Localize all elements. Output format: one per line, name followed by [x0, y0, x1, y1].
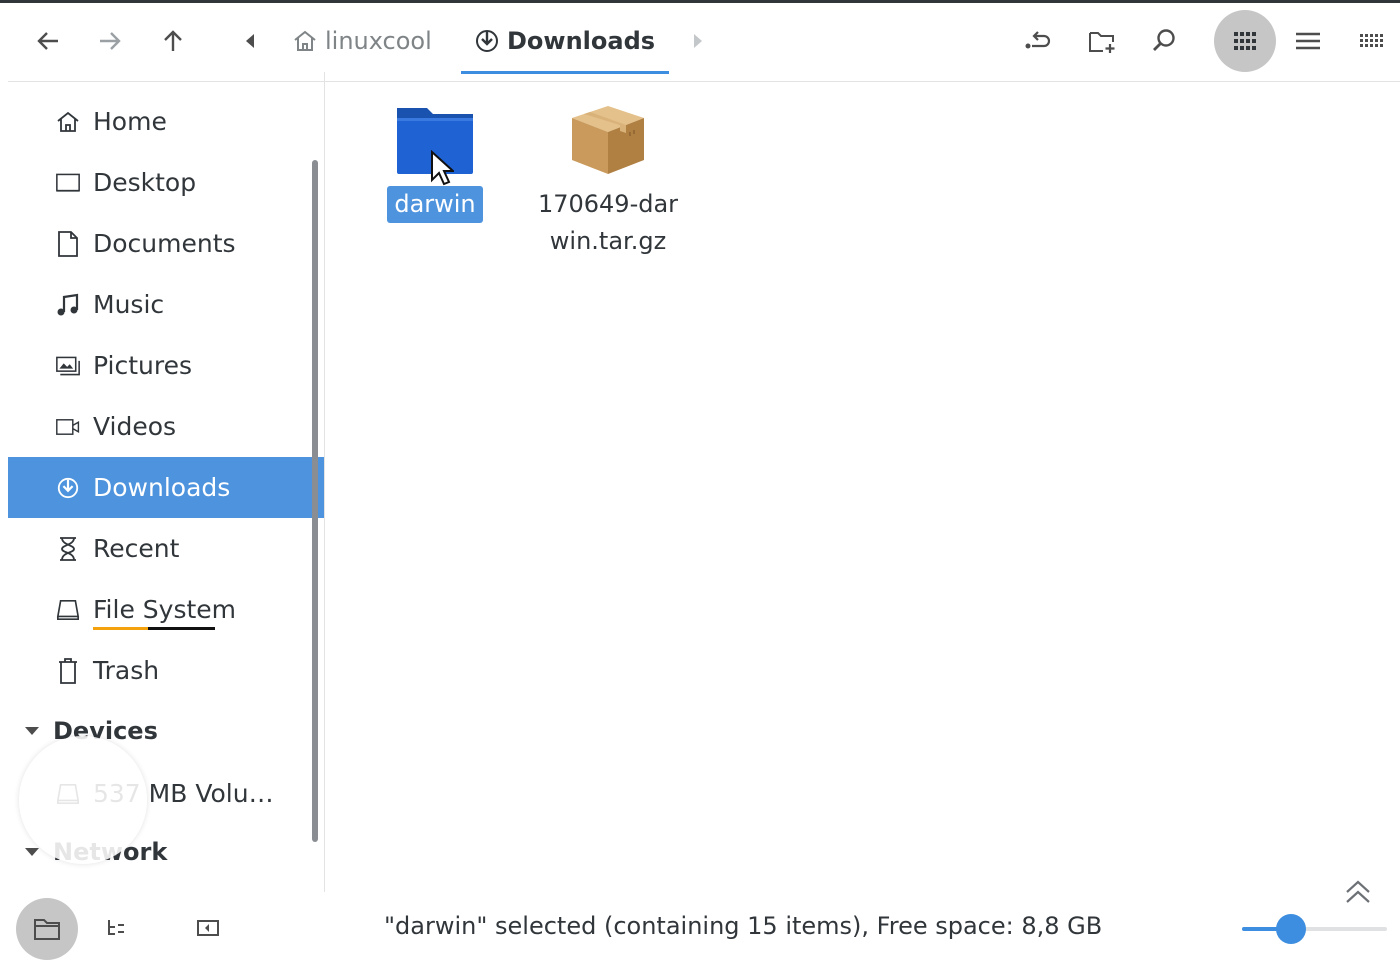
sidebar-item-recent[interactable]: Recent [8, 518, 324, 579]
caret-left-icon [246, 34, 254, 48]
arrow-left-icon [37, 32, 58, 50]
icon-view-button[interactable] [1214, 10, 1276, 72]
hourglass-icon [56, 536, 80, 561]
drive-icon [56, 598, 80, 622]
caret-down-icon [25, 727, 39, 735]
sidebar-item-label: Trash [93, 656, 160, 685]
list-view-icon [1296, 32, 1320, 50]
breadcrumb-home[interactable]: linuxcool [292, 3, 432, 79]
toolbar: linuxcool Downloads [0, 3, 1400, 81]
download-icon [56, 476, 80, 500]
file-view[interactable]: darwin 170649-darwin.tar.gz [325, 82, 1400, 903]
sidebar-item-label: Downloads [93, 473, 231, 502]
redo-arrow-icon [1025, 31, 1051, 49]
breadcrumb-active-indicator [461, 71, 669, 74]
compact-grid-icon [1360, 34, 1383, 47]
forward-button[interactable] [90, 21, 130, 61]
breadcrumb-scroll-left-button[interactable] [236, 26, 264, 56]
caret-right-icon [694, 34, 702, 48]
search-button[interactable] [1144, 21, 1184, 61]
toggle-sidebar-button[interactable] [190, 910, 226, 946]
package-icon [568, 102, 648, 178]
tree-panel-button[interactable] [98, 910, 134, 946]
file-item-archive[interactable]: 170649-darwin.tar.gz [528, 82, 688, 260]
sidebar-item-label: Documents [93, 229, 236, 258]
list-view-button[interactable] [1288, 21, 1328, 61]
file-name: 170649-darwin.tar.gz [537, 190, 679, 255]
arrow-right-icon [100, 32, 121, 50]
trash-icon [56, 657, 80, 684]
up-button[interactable] [153, 21, 193, 61]
sidebar-item-label: Home [93, 107, 167, 136]
download-icon [476, 30, 498, 52]
sidebar-item-pictures[interactable]: Pictures [8, 335, 324, 396]
music-icon [56, 293, 80, 317]
sidebar-item-label: Music [93, 290, 165, 319]
desktop-icon [56, 171, 80, 195]
caret-down-icon [25, 848, 39, 856]
sidebar-item-label: Videos [93, 412, 177, 441]
sidebar-item-documents[interactable]: Documents [8, 213, 324, 274]
touch-indicator [19, 736, 147, 864]
file-name: darwin [387, 186, 483, 223]
sidebar-item-music[interactable]: Music [8, 274, 324, 335]
home-icon [56, 110, 80, 134]
status-bar: "darwin" selected (containing 15 items),… [0, 892, 1400, 960]
sidebar-scrollbar[interactable] [312, 160, 318, 842]
sidebar-toggle-icon [197, 920, 219, 936]
sidebar-item-videos[interactable]: Videos [8, 396, 324, 457]
zoom-slider[interactable] [1242, 927, 1387, 931]
mouse-cursor-icon [431, 150, 454, 186]
video-icon [56, 415, 80, 439]
arrow-up-icon [164, 30, 182, 51]
back-button[interactable] [28, 21, 68, 61]
home-icon [294, 30, 316, 51]
grid-view-icon [1234, 32, 1256, 50]
breadcrumb-label: Downloads [507, 27, 656, 55]
sidebar-item-label: Pictures [93, 351, 192, 380]
sidebar-item-home[interactable]: Home [8, 91, 324, 152]
sidebar-item-label: File System [93, 595, 236, 630]
open-terminal-button[interactable] [1018, 21, 1058, 61]
breadcrumb-downloads[interactable]: Downloads [474, 3, 655, 79]
places-panel-button[interactable] [16, 898, 78, 960]
sidebar-item-trash[interactable]: Trash [8, 640, 324, 701]
status-text: "darwin" selected (containing 15 items),… [384, 912, 1103, 940]
sidebar-item-file-system[interactable]: File System [8, 579, 324, 640]
tree-view-icon [108, 920, 124, 935]
sidebar-item-label: Recent [93, 534, 180, 563]
breadcrumb-label: linuxcool [325, 27, 432, 55]
sidebar-item-label: Desktop [93, 168, 197, 197]
search-icon [1153, 29, 1175, 51]
breadcrumb-scroll-right-button[interactable] [684, 26, 712, 56]
folder-add-icon [1089, 32, 1115, 53]
zoom-slider-handle[interactable] [1276, 914, 1307, 944]
compact-view-button[interactable] [1351, 21, 1391, 61]
sidebar-item-desktop[interactable]: Desktop [8, 152, 324, 213]
document-icon [56, 230, 80, 257]
pictures-icon [56, 354, 80, 378]
new-folder-button[interactable] [1082, 21, 1122, 61]
folder-outline-icon [34, 919, 60, 940]
sidebar-item-downloads[interactable]: Downloads [8, 457, 324, 518]
